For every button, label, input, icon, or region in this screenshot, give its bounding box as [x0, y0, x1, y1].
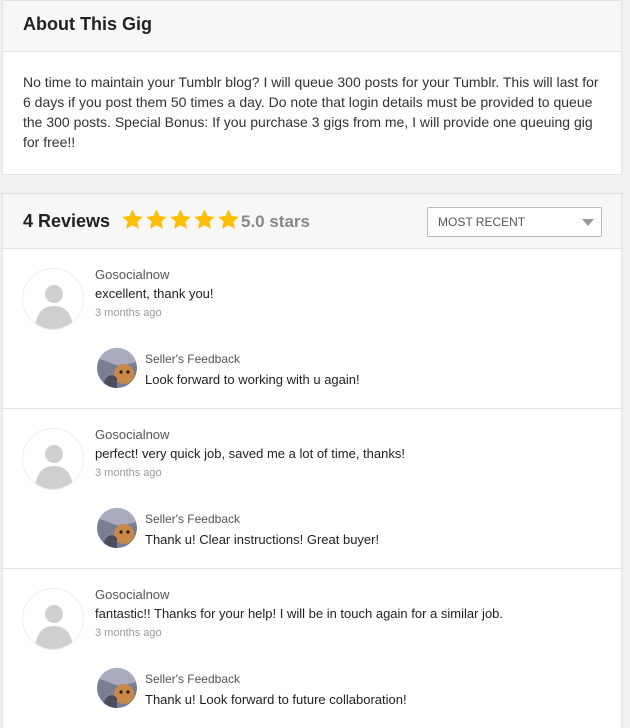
- star-icon: [122, 209, 143, 229]
- seller-feedback-label: Seller's Feedback: [145, 672, 241, 686]
- reviews-panel: 4 Reviews 5.0 stars MOST RECENT Gosocial…: [2, 193, 622, 728]
- review-item: Gosocialnow excellent, thank you! 3 mont…: [3, 249, 621, 409]
- review-text: fantastic!! Thanks for your help! I will…: [95, 606, 504, 621]
- reviewer-name[interactable]: Gosocialnow: [95, 267, 169, 282]
- gig-description: No time to maintain your Tumblr blog? I …: [23, 74, 599, 150]
- seller-feedback-text: Thank u! Clear instructions! Great buyer…: [145, 532, 380, 547]
- reviewer-avatar: [22, 428, 84, 490]
- seller-feedback-label: Seller's Feedback: [145, 512, 241, 526]
- star-icon: [194, 209, 215, 229]
- about-gig-title: About This Gig: [3, 1, 621, 52]
- review-text: perfect! very quick job, saved me a lot …: [95, 446, 405, 461]
- rating-stars: [121, 208, 240, 231]
- rating-text: 5.0 stars: [241, 212, 310, 231]
- review-item: Gosocialnow perfect! very quick job, sav…: [3, 409, 621, 569]
- review-time: 3 months ago: [95, 627, 162, 639]
- seller-photo-icon: [97, 348, 137, 388]
- star-icon: [218, 209, 239, 229]
- reviews-header: 4 Reviews 5.0 stars MOST RECENT: [3, 194, 621, 249]
- chevron-down-icon: [582, 219, 594, 226]
- user-silhouette-icon: [35, 605, 73, 649]
- reviewer-avatar: [22, 268, 84, 330]
- seller-feedback-text: Look forward to working with u again!: [145, 372, 360, 387]
- seller-photo-icon: [97, 668, 137, 708]
- review-time: 3 months ago: [95, 467, 162, 479]
- user-silhouette-icon: [35, 285, 73, 329]
- seller-feedback-label: Seller's Feedback: [145, 352, 241, 366]
- review-item: Gosocialnow fantastic!! Thanks for your …: [3, 569, 621, 728]
- sort-dropdown[interactable]: MOST RECENT: [427, 207, 602, 237]
- reviewer-avatar: [22, 588, 84, 650]
- seller-photo-icon: [97, 508, 137, 548]
- seller-feedback-text: Thank u! Look forward to future collabor…: [145, 692, 407, 707]
- reviewer-name[interactable]: Gosocialnow: [95, 427, 169, 442]
- seller-avatar: [97, 668, 137, 708]
- reviewer-name[interactable]: Gosocialnow: [95, 587, 169, 602]
- review-time: 3 months ago: [95, 307, 162, 319]
- about-gig-panel: About This Gig No time to maintain your …: [2, 0, 622, 175]
- seller-avatar: [97, 348, 137, 388]
- star-icon: [146, 209, 167, 229]
- review-text: excellent, thank you!: [95, 286, 214, 301]
- sort-selected-value: MOST RECENT: [438, 215, 526, 229]
- seller-avatar: [97, 508, 137, 548]
- user-silhouette-icon: [35, 445, 73, 489]
- star-icon: [170, 209, 191, 229]
- reviews-count: 4 Reviews: [23, 211, 111, 231]
